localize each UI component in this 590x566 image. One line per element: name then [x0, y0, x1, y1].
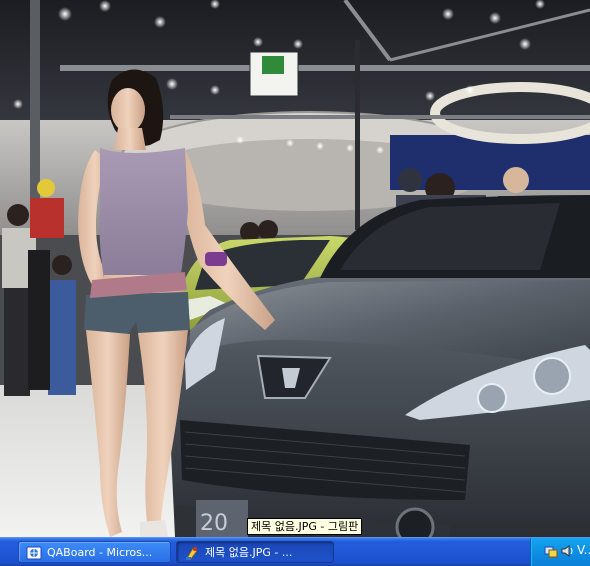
volume-icon[interactable] — [560, 544, 574, 558]
photo-image: 20 — [0, 0, 590, 537]
network-icon[interactable] — [544, 544, 558, 558]
paint-icon — [186, 547, 198, 560]
taskbar: QABoard - Micros... 제목 없음.JPG - ... V... — [0, 537, 590, 566]
desktop-screen: 20 제목 없음.JPG - 그림판 QABoard - Micros... 제… — [0, 0, 590, 566]
taskbar-tooltip: 제목 없음.JPG - 그림판 — [247, 518, 363, 535]
taskbar-button-label: QABoard - Micros... — [47, 546, 153, 559]
taskbar-button-qaboard[interactable]: QABoard - Micros... — [18, 541, 171, 563]
taskbar-button-label: 제목 없음.JPG - ... — [205, 546, 293, 559]
browser-icon — [26, 546, 42, 560]
taskbar-button-paint[interactable]: 제목 없음.JPG - ... — [176, 541, 334, 563]
plate-text: 20 — [200, 511, 228, 536]
tooltip-text: 제목 없음.JPG - 그림판 — [251, 520, 359, 533]
system-tray: V... — [530, 538, 590, 566]
clock-text: V... — [577, 543, 590, 557]
